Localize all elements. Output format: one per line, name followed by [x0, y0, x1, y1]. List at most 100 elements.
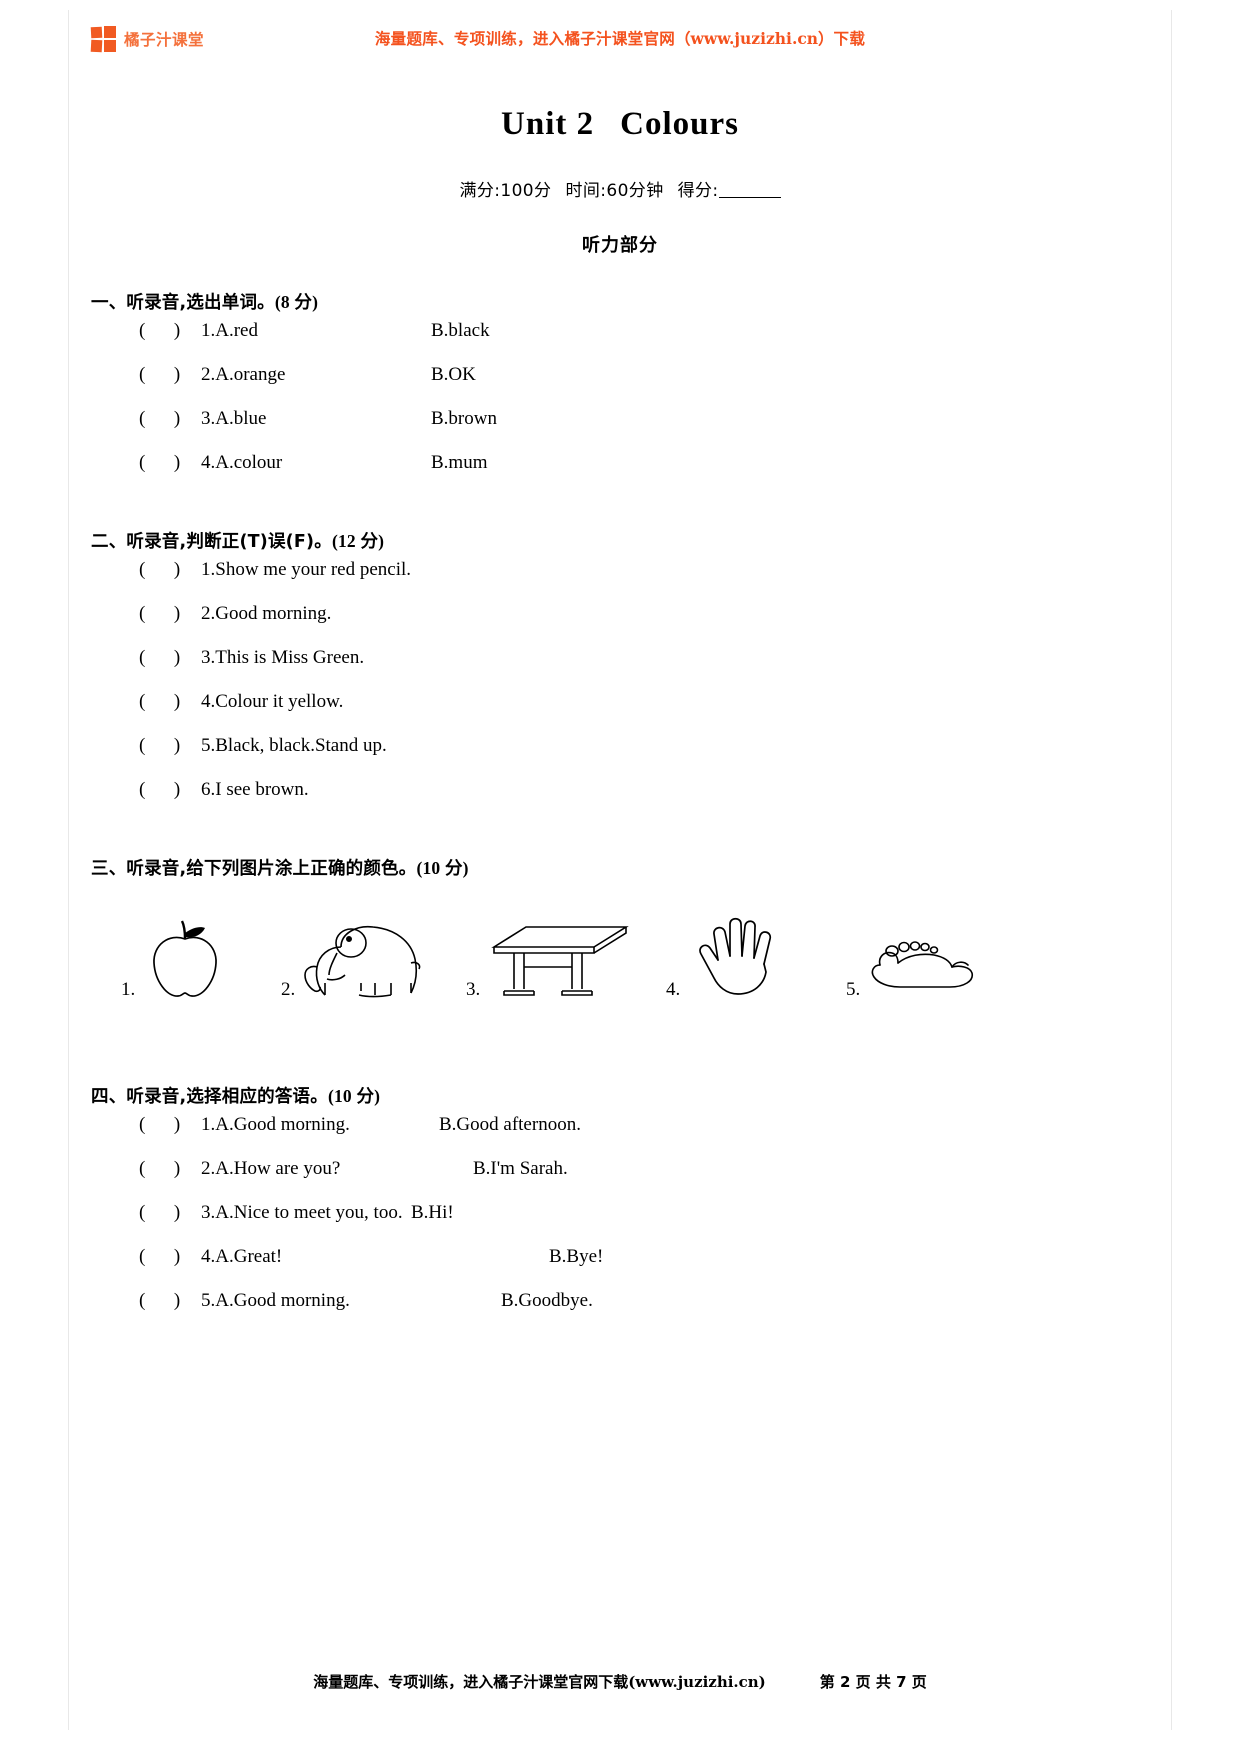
picture-item-3: 3. [466, 917, 666, 1003]
answer-blank[interactable]: ( ) [139, 603, 201, 625]
option-a[interactable]: 4.A.colour [201, 452, 431, 474]
picture-number: 5. [846, 979, 861, 1000]
option-a[interactable]: 3.A.blue [201, 408, 431, 430]
section-2-title: 二、听录音,判断正(T)误(F)。 [91, 532, 332, 552]
list-item: ( ) 4.Colour it yellow. [139, 691, 1149, 735]
score-blank[interactable] [718, 197, 781, 198]
section-heading-1: 一、听录音,选出单词。(8 分) [91, 289, 1149, 314]
option-a[interactable]: 1.A.Good morning. [201, 1114, 439, 1136]
section-heading-3: 三、听录音,给下列图片涂上正确的颜色。(10 分) [91, 855, 1149, 880]
elephant-icon [304, 925, 421, 998]
page-footer: 海量题库、专项训练，进入橘子汁课堂官网下载(www.juzizhi.cn) 第 … [69, 1671, 1171, 1692]
section-4-points: (10 分) [327, 1086, 381, 1106]
picture-number: 1. [121, 979, 136, 1000]
header-promo: 海量题库、专项训练，进入橘子汁课堂官网（www.juzizhi.cn）下载 [375, 27, 865, 49]
desk-icon [491, 926, 630, 996]
document-page: 橘子汁课堂 海量题库、专项训练，进入橘子汁课堂官网（www.juzizhi.cn… [68, 10, 1172, 1730]
exam-body: 一、听录音,选出单词。(8 分) ( ) 1.A.red B.black ( )… [69, 289, 1171, 1334]
time-label: 时间:60分钟 [565, 181, 664, 201]
option-b[interactable]: B.Good afternoon. [439, 1114, 581, 1136]
page-title: Unit 2 Colours [69, 106, 1171, 143]
list-item: ( ) 2.A.orange B.OK [139, 364, 1149, 408]
apple-icon [153, 920, 218, 997]
page-number: 第 2 页 共 7 页 [819, 1673, 927, 1691]
hand-icon [699, 917, 772, 995]
section-4-title: 四、听录音,选择相应的答语。 [91, 1087, 328, 1107]
part-title: 听力部分 [582, 235, 658, 256]
option-a[interactable]: 5.A.Good morning. [201, 1290, 501, 1312]
answer-blank[interactable]: ( ) [139, 559, 201, 581]
list-item: ( ) 3.A.blue B.brown [139, 408, 1149, 452]
foot-icon [871, 941, 974, 988]
option-b[interactable]: B.mum [431, 452, 487, 474]
title-unit: Unit 2 [501, 106, 595, 142]
picture-item-1: 1. [121, 917, 281, 1003]
option-b[interactable]: B.Hi! [411, 1202, 454, 1224]
option-b[interactable]: B.Goodbye. [501, 1290, 593, 1312]
brand: 橘子汁课堂 [90, 26, 204, 53]
section-3-points: (10 分) [416, 858, 469, 878]
answer-blank[interactable]: ( ) [139, 408, 201, 430]
answer-blank[interactable]: ( ) [139, 779, 201, 801]
logo-icon [90, 26, 117, 53]
picture-item-4: 4. [666, 908, 846, 1003]
list-item: ( ) 1.A.red B.black [139, 320, 1149, 364]
header-promo-suffix: 下载 [833, 29, 866, 48]
option-a[interactable]: 2.A.How are you? [201, 1158, 473, 1180]
footer-note: 海量题库、专项训练，进入橘子汁课堂官网下载(www.juzizhi.cn) [313, 1673, 766, 1691]
list-item: ( ) 6.I see brown. [139, 779, 1149, 823]
answer-blank[interactable]: ( ) [139, 1158, 201, 1180]
section-1-title: 一、听录音,选出单词。 [91, 293, 275, 313]
answer-blank[interactable]: ( ) [139, 691, 201, 713]
list-item: ( ) 2.Good morning. [139, 603, 1149, 647]
option-a[interactable]: 4.A.Great! [201, 1246, 549, 1268]
option-b[interactable]: B.OK [431, 364, 476, 386]
answer-blank[interactable]: ( ) [139, 320, 201, 342]
statement: 3.This is Miss Green. [201, 647, 365, 668]
answer-blank[interactable]: ( ) [139, 1114, 201, 1136]
header-promo-prefix: 海量题库、专项训练，进入橘子汁课堂官网 [374, 29, 676, 48]
answer-blank[interactable]: ( ) [139, 364, 201, 386]
option-b[interactable]: B.black [431, 320, 490, 342]
list-item: ( ) 5.Black, black.Stand up. [139, 735, 1149, 779]
list-item: ( ) 1.A.Good morning. B.Good afternoon. [139, 1114, 1149, 1158]
statement: 4.Colour it yellow. [201, 691, 344, 712]
option-b[interactable]: B.Bye! [549, 1246, 603, 1268]
list-item: ( ) 1.Show me your red pencil. [139, 559, 1149, 603]
question-list-2: ( ) 1.Show me your red pencil. ( ) 2.Goo… [139, 559, 1149, 823]
answer-blank[interactable]: ( ) [139, 452, 201, 474]
option-a[interactable]: 3.A.Nice to meet you, too. [201, 1202, 411, 1224]
full-score-label: 满分:100分 [459, 181, 552, 201]
section-1-points: (8 分) [274, 292, 319, 312]
header-promo-url: （www.juzizhi.cn） [675, 29, 834, 48]
section-3-title: 三、听录音,给下列图片涂上正确的颜色。 [91, 859, 417, 879]
picture-item-5: 5. [846, 931, 1016, 1003]
picture-item-2: 2. [281, 917, 466, 1003]
option-a[interactable]: 2.A.orange [201, 364, 431, 386]
option-a[interactable]: 1.A.red [201, 320, 431, 342]
answer-blank[interactable]: ( ) [139, 647, 201, 669]
list-item: ( ) 4.A.colour B.mum [139, 452, 1149, 496]
option-b[interactable]: B.I'm Sarah. [473, 1158, 568, 1180]
picture-number: 4. [666, 979, 681, 1000]
answer-blank[interactable]: ( ) [139, 735, 201, 757]
answer-blank[interactable]: ( ) [139, 1246, 201, 1268]
question-list-4: ( ) 1.A.Good morning. B.Good afternoon. … [139, 1114, 1149, 1334]
list-item: ( ) 4.A.Great! B.Bye! [139, 1246, 1149, 1290]
answer-blank[interactable]: ( ) [139, 1202, 201, 1224]
exam-meta: 满分:100分 时间:60分钟 得分: [69, 176, 1171, 201]
section-heading-4: 四、听录音,选择相应的答语。(10 分) [91, 1083, 1149, 1108]
picture-row: 1. 2. 3. 4. 5. [121, 908, 1149, 1003]
page-header: 橘子汁课堂 海量题库、专项训练，进入橘子汁课堂官网（www.juzizhi.cn… [69, 10, 1171, 68]
question-list-1: ( ) 1.A.red B.black ( ) 2.A.orange B.OK … [139, 320, 1149, 496]
list-item: ( ) 3.A.Nice to meet you, too. B.Hi! [139, 1202, 1149, 1246]
statement: 6.I see brown. [201, 779, 309, 800]
answer-blank[interactable]: ( ) [139, 1290, 201, 1312]
statement: 5.Black, black.Stand up. [201, 735, 387, 756]
list-item: ( ) 5.A.Good morning. B.Goodbye. [139, 1290, 1149, 1334]
score-label: 得分: [677, 181, 719, 201]
option-b[interactable]: B.brown [431, 408, 497, 430]
title-name: Colours [620, 106, 739, 142]
picture-number: 2. [281, 979, 296, 1000]
list-item: ( ) 3.This is Miss Green. [139, 647, 1149, 691]
